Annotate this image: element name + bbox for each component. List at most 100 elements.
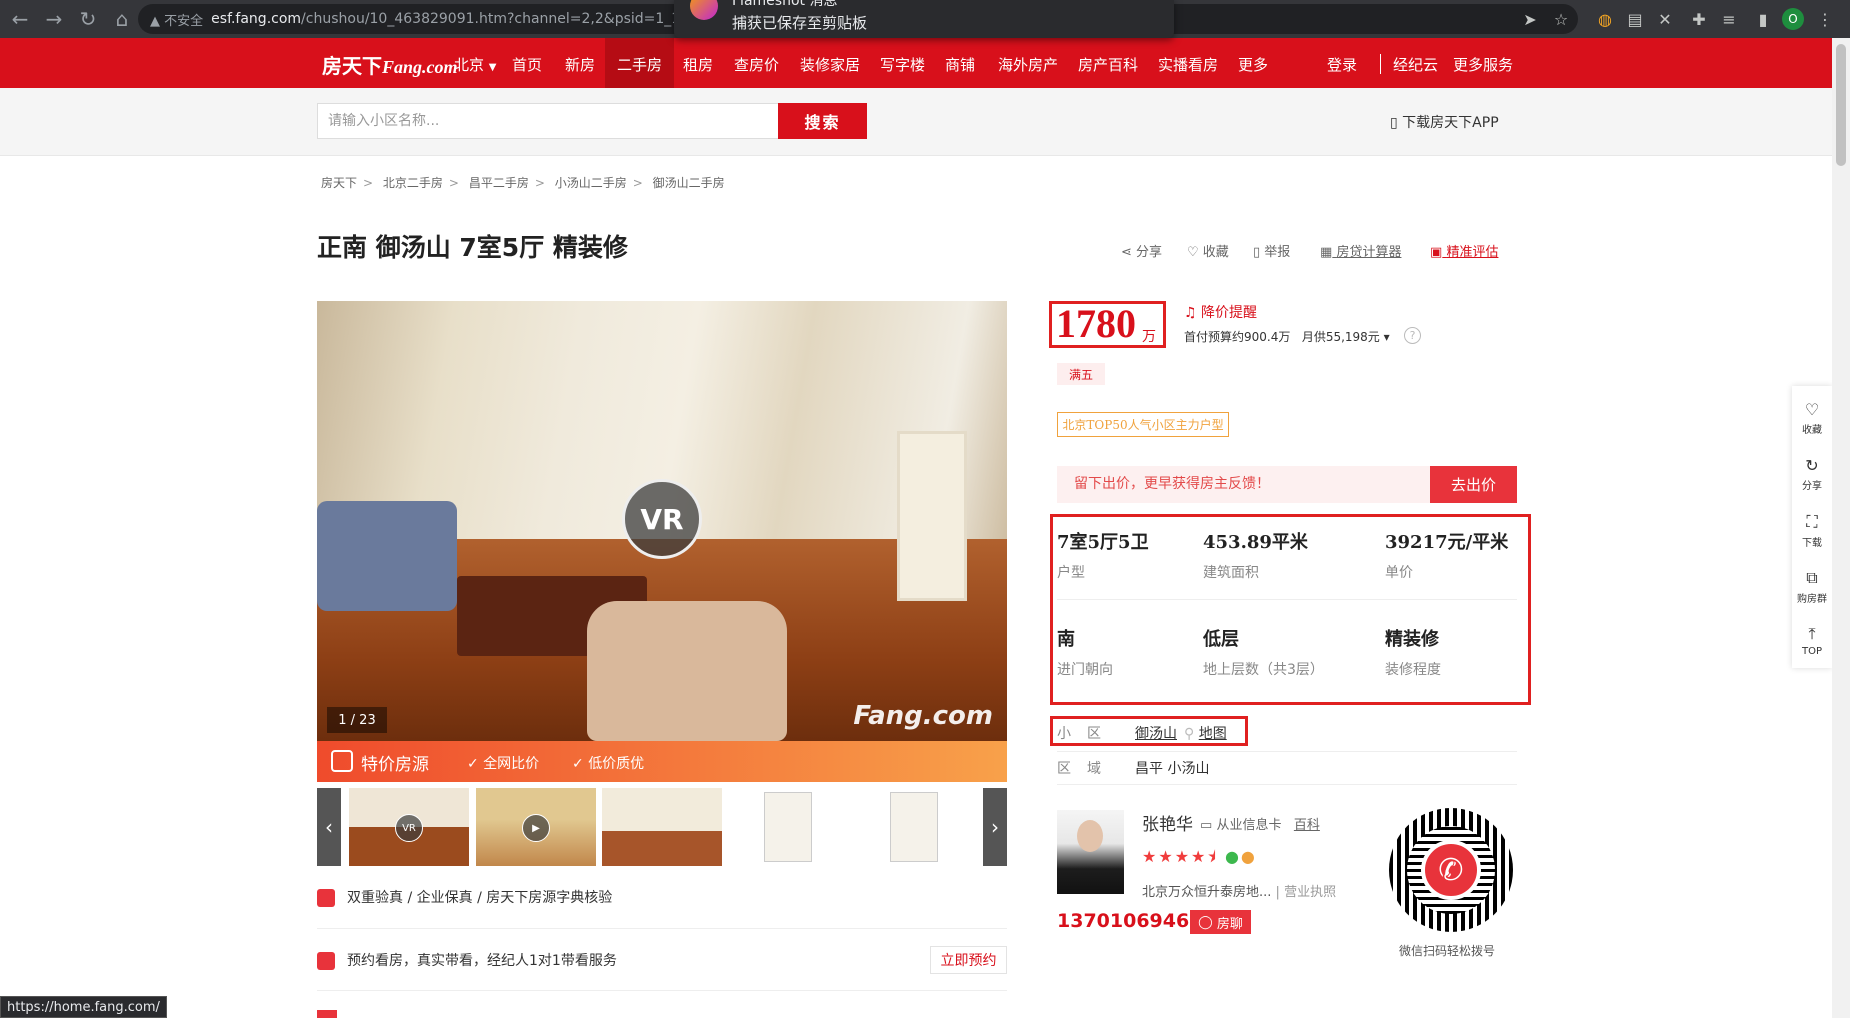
nav-item-office[interactable]: 写字楼 xyxy=(880,54,925,75)
rail-favorite[interactable]: ♡ 收藏 xyxy=(1792,400,1832,436)
monthly-payment[interactable]: 月供55,198元 xyxy=(1302,330,1380,344)
breadcrumb-item[interactable]: 昌平二手房 xyxy=(469,176,529,190)
login-link[interactable]: 登录 xyxy=(1327,54,1357,75)
map-link[interactable]: ⚲ 地图 xyxy=(1184,723,1227,743)
star-icons: ★★★★⯨ xyxy=(1142,847,1218,866)
site-logo[interactable]: 房天下Fang.com xyxy=(322,50,458,79)
report-link[interactable]: ▯ 举报 xyxy=(1253,241,1290,260)
breadcrumb-item[interactable]: 北京二手房 xyxy=(383,176,443,190)
bookmark-star-icon[interactable]: ☆ xyxy=(1548,6,1574,32)
service-label: 双重验真 / 企业保真 / 房天下房源字典核验 xyxy=(347,890,613,906)
agent-wiki-link[interactable]: 百科 xyxy=(1294,818,1320,833)
thumbnail[interactable]: VR xyxy=(349,788,469,866)
nav-item-live[interactable]: 实播看房 xyxy=(1158,54,1218,75)
thumbnail[interactable] xyxy=(728,788,848,866)
nav-item-overseas[interactable]: 海外房产 xyxy=(998,54,1058,75)
extension-1-icon[interactable]: ◍ xyxy=(1592,6,1618,32)
play-icon: ▶ xyxy=(522,814,550,842)
breadcrumb-item[interactable]: 房天下 xyxy=(321,176,357,190)
home-icon[interactable]: ⌂ xyxy=(108,5,136,33)
search-button[interactable]: 搜索 xyxy=(778,103,867,139)
community-link[interactable]: 御汤山 xyxy=(1135,723,1177,743)
sidepanel-icon[interactable]: ▮ xyxy=(1750,6,1776,32)
send-icon[interactable]: ➤ xyxy=(1517,6,1543,32)
thumbnail[interactable] xyxy=(854,788,974,866)
help-icon[interactable]: ? xyxy=(1404,327,1421,344)
nav-item-resale[interactable]: 二手房 xyxy=(605,38,675,88)
rail-share[interactable]: ↻ 分享 xyxy=(1792,456,1832,492)
license-link[interactable]: 营业执照 xyxy=(1284,885,1336,900)
agent-avatar[interactable] xyxy=(1057,810,1124,894)
share-icon: ⋖ xyxy=(1121,245,1132,260)
nav-item-home[interactable]: 首页 xyxy=(512,54,542,75)
profile-avatar[interactable]: O xyxy=(1782,8,1804,30)
reading-list-icon[interactable]: ≡ xyxy=(1716,6,1742,32)
thumbnail[interactable]: ▶ xyxy=(476,788,596,866)
vr-button[interactable]: VR xyxy=(622,479,702,559)
city-selector[interactable]: 北京 ▼ xyxy=(454,54,497,75)
main-photo[interactable]: VR 1 / 23 Fang.com xyxy=(317,301,1007,741)
rail-label: 收藏 xyxy=(1802,425,1822,436)
rail-group[interactable]: ⧉ 购房群 xyxy=(1792,568,1832,605)
breadcrumb-sep: > xyxy=(534,176,545,190)
url-text[interactable]: esf.fang.com/chushou/10_463829091.htm?ch… xyxy=(211,11,705,27)
menu-kebab-icon[interactable]: ⋮ xyxy=(1812,6,1838,32)
agent-card-link[interactable]: ▭ 从业信息卡 百科 xyxy=(1200,814,1320,833)
evaluate-link[interactable]: ▣ 精准评估 xyxy=(1430,241,1498,260)
book-button[interactable]: 立即预约 xyxy=(930,946,1007,974)
forward-icon[interactable]: → xyxy=(40,5,68,33)
photo-sofa xyxy=(317,501,457,611)
reload-icon[interactable]: ↻ xyxy=(74,5,102,33)
extension-2-icon[interactable]: ▤ xyxy=(1622,6,1648,32)
extension-3-icon[interactable]: ✕ xyxy=(1652,6,1678,32)
nav-item-new[interactable]: 新房 xyxy=(565,54,595,75)
extensions-puzzle-icon[interactable]: ✚ xyxy=(1686,6,1712,32)
brand-en: Fang.com xyxy=(382,57,458,77)
search-input[interactable]: 请输入小区名称... xyxy=(317,103,779,139)
nav-item-rent[interactable]: 租房 xyxy=(683,54,713,75)
calculator-link[interactable]: ▦ 房贷计算器 xyxy=(1320,241,1401,260)
payment-info: 首付预算约900.4万 月供55,198元 ▾ xyxy=(1184,328,1390,345)
share-link[interactable]: ⋖ 分享 xyxy=(1121,241,1162,260)
breadcrumb-sep: > xyxy=(363,176,374,190)
service-verify: 双重验真 / 企业保真 / 房天下房源字典核验 xyxy=(317,887,612,907)
phone-icon: ▯ xyxy=(1390,115,1398,131)
offer-button[interactable]: 去出价 xyxy=(1430,466,1517,503)
nav-item-decor[interactable]: 装修家居 xyxy=(800,54,860,75)
nav-item-more[interactable]: 更多 xyxy=(1238,54,1268,75)
price-alert-link[interactable]: ♫ 降价提醒 xyxy=(1184,302,1257,322)
chat-button[interactable]: ◯ 房聊 xyxy=(1190,910,1251,934)
breadcrumb-item[interactable]: 御汤山二手房 xyxy=(653,176,725,190)
breadcrumb-sep: > xyxy=(632,176,643,190)
app-download-link[interactable]: ▯ 下载房天下APP xyxy=(1390,112,1499,132)
nav-item-price[interactable]: 查房价 xyxy=(734,54,779,75)
thumbnail[interactable] xyxy=(602,788,722,866)
spec-value: 低层 xyxy=(1203,629,1239,650)
scrollbar-thumb[interactable] xyxy=(1836,44,1846,166)
rail-label: 分享 xyxy=(1802,481,1822,492)
nav-item-shop[interactable]: 商铺 xyxy=(945,54,975,75)
rail-download[interactable]: ⛶ 下载 xyxy=(1792,512,1832,549)
district-value[interactable]: 昌平 小汤山 xyxy=(1135,758,1209,778)
deal-tag-compare: ✓ 全网比价 xyxy=(467,753,539,773)
favorite-link[interactable]: ♡ 收藏 xyxy=(1187,241,1229,260)
rail-top[interactable]: ⤒ TOP xyxy=(1792,624,1832,657)
badge-orange-icon: ● xyxy=(1240,847,1257,866)
deal-tag-quality: ✓ 低价质优 xyxy=(572,753,644,773)
back-icon[interactable]: ← xyxy=(6,5,34,33)
more-services-link[interactable]: 更多服务 xyxy=(1453,54,1513,75)
chevron-right-icon[interactable]: › xyxy=(983,788,1007,866)
page-scrollbar[interactable] xyxy=(1832,38,1850,1018)
agent-rating: ★★★★⯨ ●● xyxy=(1142,846,1257,873)
nav-item-wiki[interactable]: 房产百科 xyxy=(1078,54,1138,75)
brand-cn: 房天下 xyxy=(322,54,382,78)
house-icon xyxy=(331,750,353,772)
deal-banner: 特价房源 ✓ 全网比价 ✓ 低价质优 xyxy=(317,741,1007,782)
breadcrumb-item[interactable]: 小汤山二手房 xyxy=(555,176,627,190)
photo-counter: 1 / 23 xyxy=(327,707,387,733)
agent-name[interactable]: 张艳华 xyxy=(1142,810,1193,835)
agent-cloud-link[interactable]: 经纪云 xyxy=(1393,54,1438,75)
chevron-left-icon[interactable]: ‹ xyxy=(317,788,341,866)
caret-down-icon[interactable]: ▾ xyxy=(1384,330,1390,344)
spec-floor: 低层 地上层数（共3层） xyxy=(1203,625,1324,679)
